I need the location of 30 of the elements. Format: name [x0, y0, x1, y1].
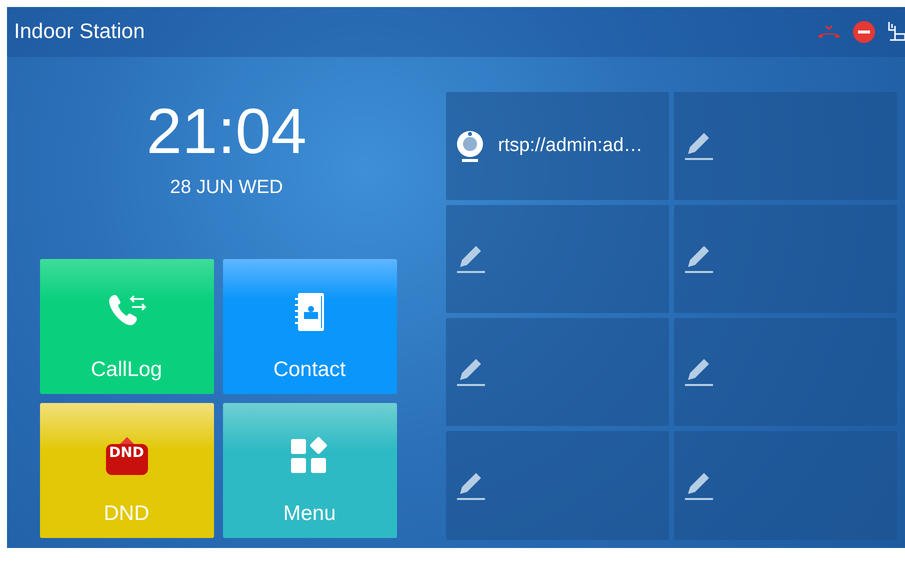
address-book-icon: [292, 292, 326, 332]
hang-up-icon: [817, 25, 841, 39]
pencil-icon: [456, 470, 486, 500]
edit-slot[interactable]: [446, 431, 669, 540]
calllog-tile[interactable]: CallLog: [40, 259, 214, 394]
pencil-icon: [684, 357, 714, 387]
edit-slot[interactable]: [674, 92, 897, 200]
pencil-icon: [684, 131, 714, 161]
edit-slot[interactable]: [446, 205, 669, 313]
edit-slot[interactable]: [674, 318, 897, 426]
webcam-icon: [456, 130, 484, 162]
no-entry-icon: [853, 21, 875, 43]
edit-slot[interactable]: [674, 205, 897, 313]
apps-icon: [290, 436, 330, 476]
pencil-icon: [684, 244, 714, 274]
dnd-tile[interactable]: DND DND: [40, 403, 214, 538]
contact-tile[interactable]: Contact: [222, 259, 396, 394]
clock-time: 21:04: [146, 99, 307, 163]
pencil-icon: [684, 470, 714, 500]
camera-slot[interactable]: rtsp://admin:ad…: [446, 92, 669, 200]
clock-date: 28 JUN WED: [170, 177, 283, 199]
sign-text: DND: [108, 445, 145, 461]
window-title: Indoor Station: [14, 20, 146, 44]
edit-slot[interactable]: [674, 431, 897, 540]
menu-tile[interactable]: Menu: [222, 403, 396, 538]
pencil-icon: [456, 244, 486, 274]
network-icon: [887, 20, 905, 44]
sign-icon: [104, 436, 148, 476]
pencil-icon: [456, 357, 486, 387]
edit-slot[interactable]: [446, 318, 669, 426]
